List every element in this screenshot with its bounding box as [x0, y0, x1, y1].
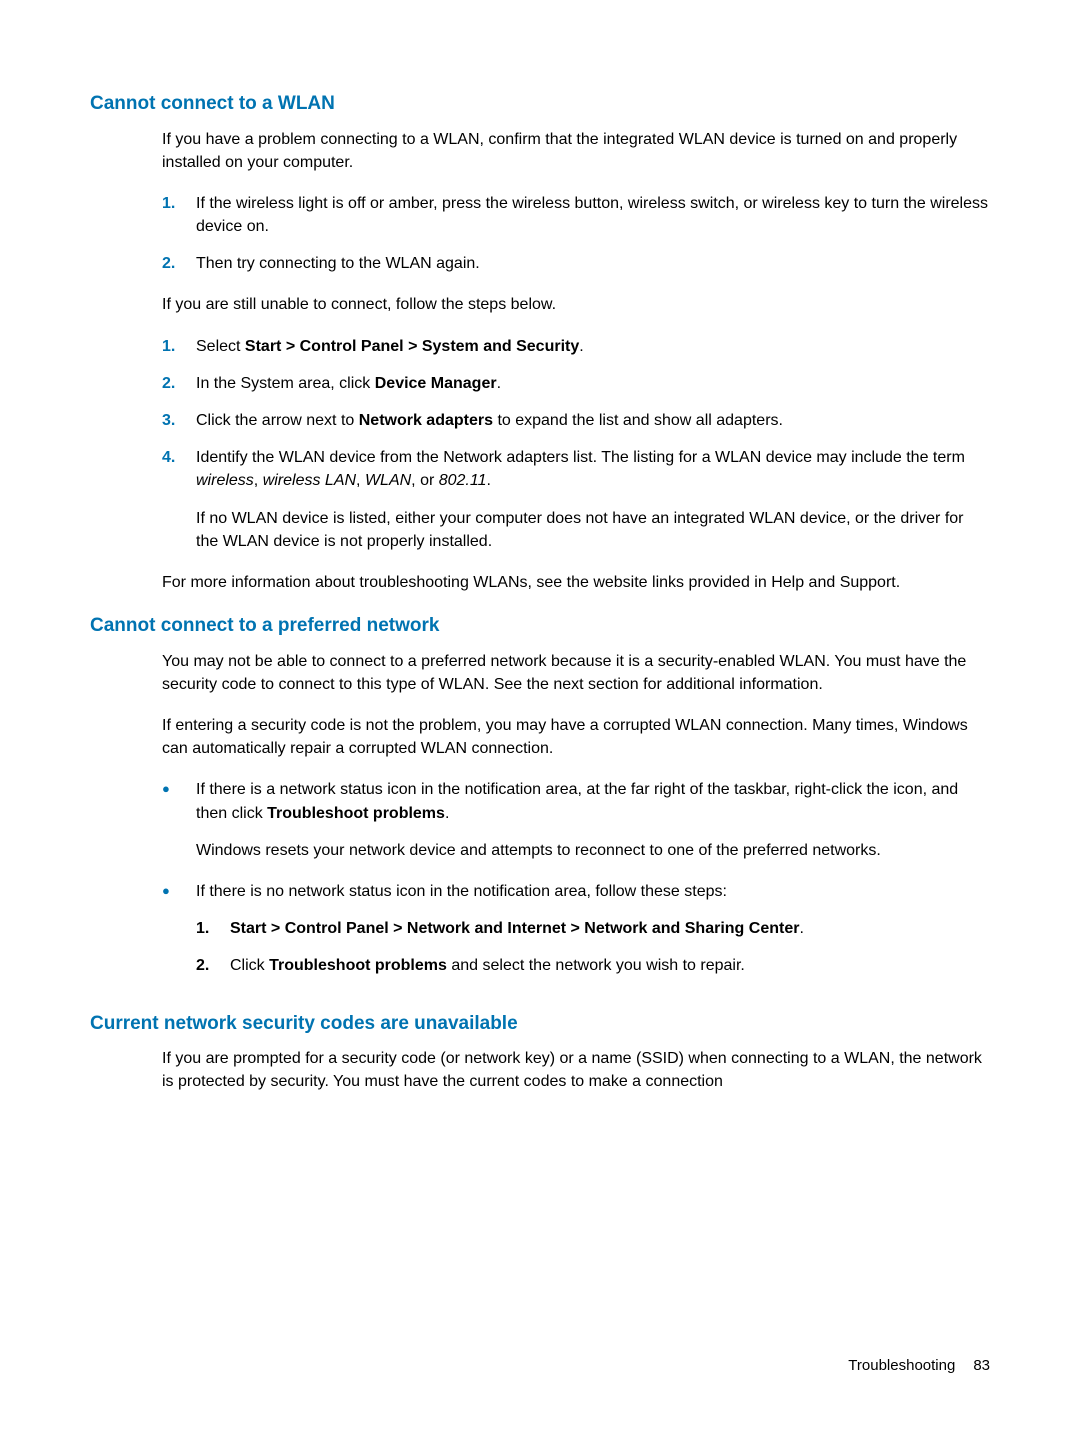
- text: Click the arrow next to: [196, 412, 359, 429]
- italic-text: wireless: [196, 472, 254, 489]
- italic-text: 802.11: [439, 472, 487, 489]
- bold-text: Troubleshoot problems: [269, 957, 447, 974]
- list-item: 1. Select Start > Control Panel > System…: [162, 335, 990, 358]
- text: Identify the WLAN device from the Networ…: [196, 449, 965, 466]
- list-marker: 2.: [162, 372, 196, 395]
- list-marker: 2.: [162, 252, 196, 275]
- bold-text: Start > Control Panel > Network and Inte…: [230, 920, 799, 937]
- italic-text: WLAN: [365, 472, 411, 489]
- text: If there is no network status icon in th…: [196, 883, 727, 900]
- list-text: In the System area, click Device Manager…: [196, 372, 990, 395]
- list-item: ● If there is no network status icon in …: [162, 880, 990, 992]
- list-marker: 1.: [162, 192, 196, 215]
- ordered-list: 1. If the wireless light is off or amber…: [162, 192, 990, 276]
- heading-cannot-connect-wlan: Cannot connect to a WLAN: [90, 90, 990, 118]
- italic-text: wireless LAN: [263, 472, 356, 489]
- list-text: Click Troubleshoot problems and select t…: [230, 954, 990, 977]
- list-marker: 1.: [196, 917, 230, 940]
- heading-security-codes-unavailable: Current network security codes are unava…: [90, 1010, 990, 1038]
- list-text: Then try connecting to the WLAN again.: [196, 252, 990, 275]
- text: .: [445, 805, 449, 822]
- list-text: Select Start > Control Panel > System an…: [196, 335, 990, 358]
- list-item: 1. Start > Control Panel > Network and I…: [196, 917, 990, 940]
- paragraph: Windows resets your network device and a…: [196, 839, 990, 862]
- list-marker: 4.: [162, 446, 196, 469]
- list-text: Click the arrow next to Network adapters…: [196, 409, 990, 432]
- ordered-sublist: 1. Start > Control Panel > Network and I…: [196, 917, 990, 977]
- paragraph: If you have a problem connecting to a WL…: [162, 128, 990, 174]
- heading-cannot-connect-preferred: Cannot connect to a preferred network: [90, 612, 990, 640]
- list-text: Start > Control Panel > Network and Inte…: [230, 917, 990, 940]
- text: ,: [254, 472, 263, 489]
- bullet-icon: ●: [162, 778, 196, 800]
- list-item: 3. Click the arrow next to Network adapt…: [162, 409, 990, 432]
- text: Click: [230, 957, 269, 974]
- list-text: If the wireless light is off or amber, p…: [196, 192, 990, 238]
- bold-text: Troubleshoot problems: [267, 805, 445, 822]
- bold-text: Start > Control Panel > System and Secur…: [245, 338, 579, 355]
- page-footer: Troubleshooting 83: [848, 1355, 990, 1377]
- text: .: [579, 338, 583, 355]
- bullet-list: ● If there is a network status icon in t…: [162, 778, 990, 991]
- paragraph: For more information about troubleshooti…: [162, 571, 990, 594]
- paragraph: If you are prompted for a security code …: [162, 1047, 990, 1093]
- list-text: If there is no network status icon in th…: [196, 880, 990, 992]
- text: to expand the list and show all adapters…: [493, 412, 783, 429]
- text: In the System area, click: [196, 375, 375, 392]
- list-item: 2. Then try connecting to the WLAN again…: [162, 252, 990, 275]
- list-item: 2. In the System area, click Device Mana…: [162, 372, 990, 395]
- list-item: 1. If the wireless light is off or amber…: [162, 192, 990, 238]
- text: .: [486, 472, 490, 489]
- list-item: ● If there is a network status icon in t…: [162, 778, 990, 862]
- text: Select: [196, 338, 245, 355]
- text: ,: [356, 472, 365, 489]
- text: , or: [411, 472, 439, 489]
- text: .: [799, 920, 803, 937]
- bold-text: Device Manager: [375, 375, 497, 392]
- bold-text: Network adapters: [359, 412, 493, 429]
- paragraph: If entering a security code is not the p…: [162, 714, 990, 760]
- footer-label: Troubleshooting: [848, 1357, 955, 1374]
- list-item: 2. Click Troubleshoot problems and selec…: [196, 954, 990, 977]
- list-marker: 3.: [162, 409, 196, 432]
- list-text: Identify the WLAN device from the Networ…: [196, 446, 990, 553]
- list-item: 4. Identify the WLAN device from the Net…: [162, 446, 990, 553]
- page-number: 83: [973, 1357, 990, 1374]
- paragraph: If you are still unable to connect, foll…: [162, 293, 990, 316]
- list-marker: 2.: [196, 954, 230, 977]
- paragraph: You may not be able to connect to a pref…: [162, 650, 990, 696]
- bullet-icon: ●: [162, 880, 196, 902]
- paragraph: If no WLAN device is listed, either your…: [196, 507, 990, 553]
- list-marker: 1.: [162, 335, 196, 358]
- text: and select the network you wish to repai…: [447, 957, 745, 974]
- ordered-list: 1. Select Start > Control Panel > System…: [162, 335, 990, 553]
- text: .: [497, 375, 501, 392]
- list-text: If there is a network status icon in the…: [196, 778, 990, 862]
